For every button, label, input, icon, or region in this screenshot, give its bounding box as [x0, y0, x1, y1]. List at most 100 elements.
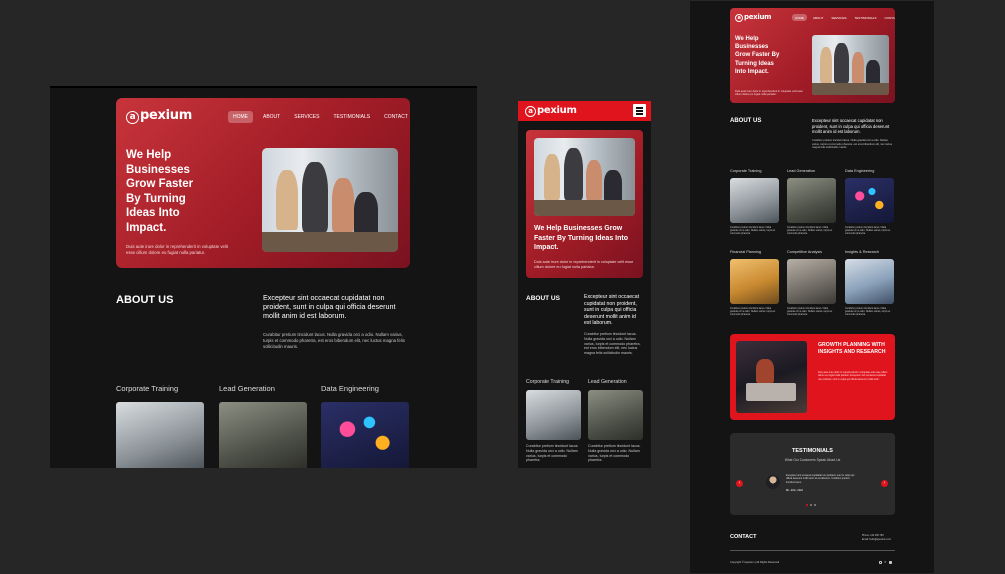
logo[interactable]: a pexium [126, 108, 192, 124]
about-body: Curabitur pretium tincidunt lacus. Nulla… [812, 139, 893, 149]
carousel-dots [806, 504, 816, 506]
growth-text: Duis aute irure dolor in reprehenderit i… [818, 371, 888, 381]
top-nav: HOME ABOUT SERVICES TESTIMONIALS CONTACT [228, 111, 410, 123]
chevron-right-icon[interactable]: › [881, 480, 888, 487]
logo[interactable]: a pexium [525, 105, 577, 117]
hero-title: We Help Businesses Grow Faster By Turnin… [126, 149, 194, 234]
instagram-icon[interactable] [879, 561, 882, 564]
nav-services[interactable]: SERVICES [290, 111, 323, 123]
testimonial-quote: Excepteur sint occaecat cupidatat non pr… [786, 474, 855, 484]
nav-contact[interactable]: CONTACT [380, 111, 410, 123]
service-desc: Curabitur pretium tincidunt lacus. Nulla… [730, 307, 776, 317]
hero-title: We Help Businesses Grow Faster By Turnin… [534, 225, 628, 251]
service-image[interactable] [730, 259, 779, 304]
hero-photo [262, 148, 398, 252]
hero-banner: a pexium HOME ABOUT SERVICES TESTIMONIALS… [730, 8, 895, 103]
service-desc: Curabitur pretium tincidunt lacus. Nulla… [787, 307, 833, 317]
photo-figure [866, 60, 880, 84]
service-title: Corporate Training [116, 384, 179, 393]
contact-phone: Phone: 123 456 789 [862, 534, 884, 537]
testimonials-section: TESTIMONIALS What Our Customers Speak Ab… [730, 433, 895, 515]
carousel-dot-active[interactable] [806, 504, 808, 506]
logo-mark: a [735, 14, 743, 22]
service-desc: Curabitur pretium tincidunt lacus. Nulla… [730, 226, 776, 236]
footer-divider [730, 550, 895, 551]
hero-text: Duis aute irure dolor in reprehenderit i… [126, 244, 228, 255]
about-body: Curabitur pretium tincidunt lacus. Nulla… [263, 332, 405, 349]
growth-image [736, 341, 807, 413]
photo-figure [820, 47, 832, 83]
photo-desk [812, 83, 889, 95]
service-image[interactable] [321, 402, 409, 468]
photo-desk [534, 200, 635, 216]
desktop-frame: a pexium HOME ABOUT SERVICES TESTIMONIALS… [50, 86, 477, 468]
mobile-frame: a pexium We Help Businesses Grow Faster B… [518, 101, 651, 468]
service-title: Financial Planning [730, 250, 762, 254]
nav-services[interactable]: SERVICES [829, 14, 848, 21]
nav-testimonials[interactable]: TESTIMONIALS [852, 14, 878, 21]
service-image[interactable] [526, 390, 581, 440]
photo-figure [586, 160, 602, 200]
service-title: Competitive Analysis [787, 250, 823, 254]
service-desc: Curabitur pretium tincidunt lacus. Nulla… [845, 226, 891, 236]
photo-figure [332, 178, 354, 232]
nav-contact[interactable]: CONTACT [882, 14, 895, 21]
hero-banner: a pexium HOME ABOUT SERVICES TESTIMONIALS… [116, 98, 410, 268]
photo-figure [604, 170, 622, 202]
hero-photo [812, 35, 889, 95]
mobile-header: a pexium [518, 101, 651, 121]
hero-photo [534, 138, 635, 216]
service-image[interactable] [219, 402, 307, 468]
about-heading: ABOUT US [526, 295, 560, 302]
growth-banner: GROWTH PLANNING WITH INSIGHTS AND RESEAR… [730, 334, 895, 420]
photo-figure [354, 192, 378, 236]
service-desc: Curabitur pretium tincidunt lacus. Nulla… [787, 226, 833, 236]
contact-email: Email: hello@apexium.com [862, 538, 892, 541]
about-body: Curabitur pretium tincidunt lacus. Nulla… [584, 332, 641, 356]
carousel-dot[interactable] [810, 504, 812, 506]
copyright: Copyright © Apexium | All Rights Reserve… [730, 561, 780, 564]
nav-about[interactable]: ABOUT [811, 14, 825, 21]
photo-figure [564, 148, 583, 200]
service-desc: Curabitur pretium tincidunt lacus. Nulla… [588, 444, 641, 463]
nav-home[interactable]: HOME [228, 111, 253, 123]
photo-figure [544, 154, 560, 200]
service-desc: Curabitur pretium tincidunt lacus. Nulla… [845, 307, 891, 317]
service-image[interactable] [845, 178, 894, 223]
hamburger-icon[interactable] [633, 104, 646, 117]
service-title: Data Engineering [321, 384, 379, 393]
hero-text: Duis aute irure dolor in reprehenderit i… [534, 260, 634, 269]
service-image[interactable] [845, 259, 894, 304]
x-icon[interactable]: ✕ [884, 561, 887, 564]
service-image[interactable] [588, 390, 643, 440]
nav-home[interactable]: HOME [792, 14, 807, 21]
nav-about[interactable]: ABOUT [259, 111, 284, 123]
about-heading: ABOUT US [116, 294, 174, 306]
service-title: Lead Generation [787, 169, 816, 173]
logo[interactable]: a pexium [735, 13, 771, 22]
service-image[interactable] [116, 402, 204, 468]
testimonials-heading: TESTIMONIALS [792, 448, 833, 454]
service-title: Insights & Research [845, 250, 879, 254]
logo-text: pexium [744, 13, 772, 21]
service-image[interactable] [787, 178, 836, 223]
nav-testimonials[interactable]: TESTIMONIALS [329, 111, 374, 123]
chevron-left-icon[interactable]: ‹ [736, 480, 743, 487]
about-heading: ABOUT US [730, 118, 762, 124]
youtube-icon[interactable] [889, 561, 892, 564]
photo-figure [302, 162, 328, 232]
contact-heading: CONTACT [730, 534, 757, 540]
photo-figure [852, 52, 864, 83]
service-image[interactable] [787, 259, 836, 304]
service-title: Corporate Training [526, 379, 569, 385]
carousel-dot[interactable] [814, 504, 816, 506]
service-title: Corporate Training [730, 169, 762, 173]
service-title: Lead Generation [588, 379, 627, 385]
about-lead: Excepteur sint occaecat cupidatat non pr… [584, 294, 640, 327]
hero-banner: We Help Businesses Grow Faster By Turnin… [526, 130, 643, 278]
service-desc: Curabitur pretium tincidunt lacus. Nulla… [526, 444, 579, 463]
hero-text: Duis aute irure dolor in reprehenderit i… [735, 90, 803, 97]
logo-text: pexium [140, 108, 192, 123]
service-image[interactable] [730, 178, 779, 223]
about-lead: Excepteur sint occaecat cupidatat non pr… [263, 293, 396, 320]
